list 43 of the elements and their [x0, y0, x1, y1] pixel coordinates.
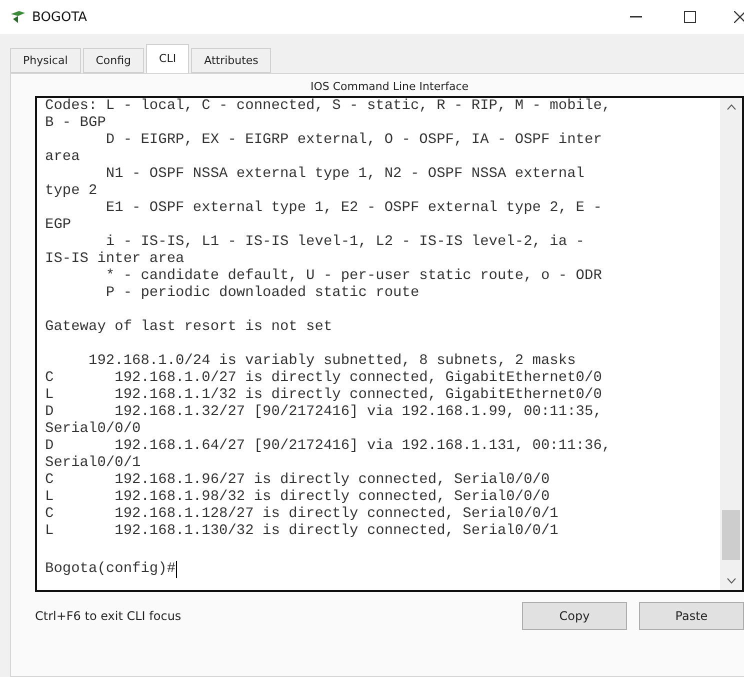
- focus-hint: Ctrl+F6 to exit CLI focus: [35, 609, 182, 623]
- console-line: C 192.168.1.128/27 is directly connected, Serial0/0/1: [45, 506, 560, 523]
- close-icon[interactable]: [734, 11, 744, 23]
- tab[interactable]: CLI: [146, 44, 190, 73]
- console-line: Serial0/0/1: [45, 455, 142, 472]
- action-button[interactable]: Copy: [522, 602, 627, 630]
- console-line: type 2: [45, 183, 98, 200]
- console-line: i - IS-IS, L1 - IS-IS level-1, L2 - IS-IS level-2, ia -: [104, 234, 586, 251]
- tab[interactable]: Config: [82, 48, 144, 73]
- cli-console[interactable]: [35, 96, 744, 592]
- console-line: C 192.168.1.0/27 is directly connected, GigabitEthernet0/0: [45, 370, 603, 387]
- console-line: P - periodic downloaded static route: [104, 285, 420, 302]
- panel-heading: IOS Command Line Interface: [309, 80, 470, 93]
- console-line: E1 - OSPF external type 1, E2 - OSPF external type 2, E -: [104, 200, 603, 217]
- console-line: D 192.168.1.64/27 [90/2172416] via 192.168.1.131, 00:11:36,: [45, 438, 612, 455]
- console-prompt: Bogota(config)#: [45, 561, 177, 578]
- console-line: L 192.168.1.130/32 is directly connected, Serial0/0/1: [45, 523, 560, 540]
- console-line: L 192.168.1.1/32 is directly connected, GigabitEthernet0/0: [45, 387, 603, 404]
- window-title: BOGOTA: [32, 10, 88, 24]
- scroll-down-icon[interactable]: [726, 578, 736, 584]
- console-line: Serial0/0/0: [45, 421, 142, 438]
- minimize-icon[interactable]: [630, 16, 642, 18]
- router-app-icon: [10, 10, 26, 24]
- console-line: N1 - OSPF NSSA external type 1, N2 - OSPF NSSA external: [104, 166, 586, 183]
- console-line: EGP: [45, 217, 72, 234]
- scrollbar-thumb[interactable]: [722, 510, 740, 560]
- maximize-icon[interactable]: [684, 11, 696, 23]
- console-line: 192.168.1.0/24 is variably subnetted, 8 subnets, 2 masks: [88, 353, 577, 370]
- console-line: area: [45, 149, 81, 166]
- console-line: C 192.168.1.96/27 is directly connected, Serial0/0/0: [45, 472, 551, 489]
- action-button[interactable]: Paste: [639, 602, 744, 630]
- console-line: B - BGP: [45, 115, 107, 132]
- tab[interactable]: Attributes: [191, 48, 272, 73]
- console-line: Codes: L - local, C - connected, S - static, R - RIP, M - mobile,: [45, 98, 612, 115]
- console-line: D - EIGRP, EX - EIGRP external, O - OSPF, IA - OSPF inter: [104, 132, 603, 149]
- scrollbar[interactable]: [720, 98, 742, 590]
- console-line: L 192.168.1.98/32 is directly connected, Serial0/0/0: [45, 489, 551, 506]
- console-line: Gateway of last resort is not set: [45, 319, 334, 336]
- console-line: D 192.168.1.32/27 [90/2172416] via 192.168.1.99, 00:11:35,: [45, 404, 603, 421]
- tab[interactable]: Physical: [10, 48, 81, 73]
- scroll-up-icon[interactable]: [726, 104, 736, 110]
- console-line: * - candidate default, U - per-user static route, o - ODR: [104, 268, 603, 285]
- console-line: IS-IS inter area: [45, 251, 186, 268]
